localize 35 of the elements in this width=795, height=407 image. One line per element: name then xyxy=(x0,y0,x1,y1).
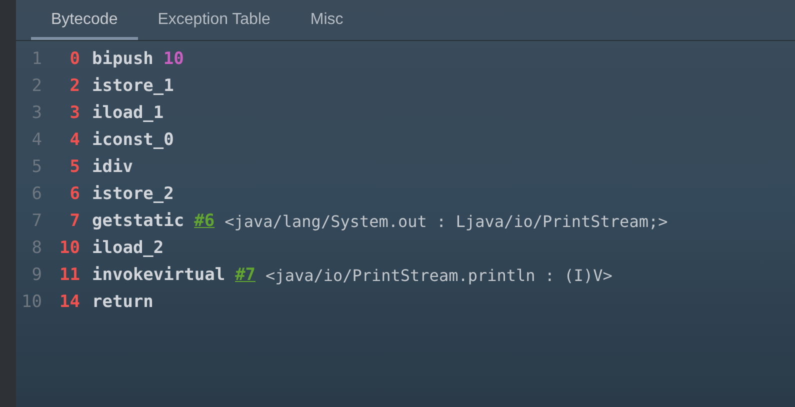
line-number: 5 xyxy=(30,156,42,179)
line-number: 6 xyxy=(30,182,42,206)
tab[interactable]: Misc xyxy=(290,0,364,40)
bytecode-offset: 10 xyxy=(58,236,80,260)
line-number: 9 xyxy=(30,264,42,287)
bytecode-offset: 5 xyxy=(68,156,80,179)
opcode: iload_2 xyxy=(92,236,164,260)
bytecode-offset: 7 xyxy=(68,210,80,233)
tab[interactable]: Bytecode xyxy=(31,0,138,40)
opcode: istore_1 xyxy=(92,74,174,98)
bytecode-offset: 4 xyxy=(68,128,80,152)
bytecode-offset: 0 xyxy=(68,48,80,71)
line-number: 8 xyxy=(30,236,42,260)
opcode: idiv xyxy=(92,156,133,179)
opcode: getstatic xyxy=(92,210,184,233)
bytecode-offset: 6 xyxy=(68,182,80,206)
operand-value: 10 xyxy=(163,48,184,71)
opcode: iconst_0 xyxy=(92,128,174,152)
constant-pool-link[interactable]: #6 xyxy=(194,208,215,234)
line-number: 7 xyxy=(30,210,42,233)
tab[interactable]: Exception Table xyxy=(138,0,290,40)
constant-pool-link[interactable]: #7 xyxy=(235,262,256,288)
bytecode-offset: 11 xyxy=(58,264,80,287)
bytecode-offset: 14 xyxy=(58,290,80,314)
line-number: 4 xyxy=(30,128,42,152)
opcode: invokevirtual xyxy=(92,264,226,287)
opcode: return xyxy=(92,290,154,314)
line-number: 10 xyxy=(20,290,42,314)
reference-comment: <java/lang/System.out : Ljava/io/PrintStream;> xyxy=(224,210,668,232)
bytecode-offset: 2 xyxy=(68,74,80,98)
opcode: istore_2 xyxy=(92,182,174,206)
opcode: iload_1 xyxy=(92,102,164,125)
opcode: bipush xyxy=(92,48,154,71)
bytecode-offset: 3 xyxy=(68,102,80,125)
reference-comment: <java/io/PrintStream.println : (I)V> xyxy=(266,264,612,286)
